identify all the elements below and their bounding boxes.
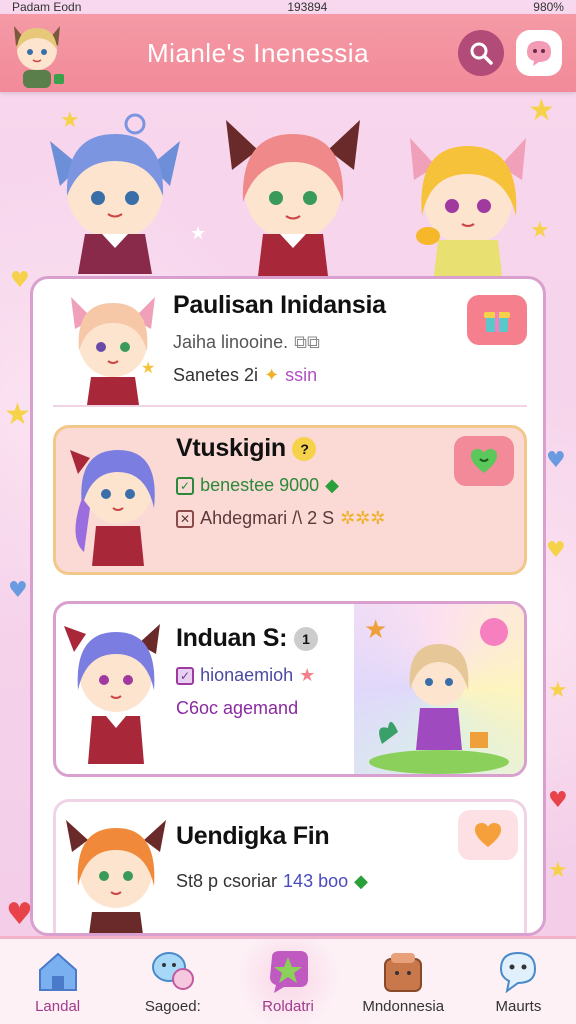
subtitle-text: Jaiha linooine. [173,332,289,352]
gem-icon: ◆ [354,871,368,891]
name-text: Vtuskigin [176,434,286,462]
chat-bubbles-icon [149,948,197,994]
nav-label: Mndonnesia [362,998,445,1015]
divider [53,405,527,407]
carrier-label: Padam Eodn [12,0,82,14]
name-text: Induan S: [176,624,288,652]
copy-icon[interactable]: ⧉⧉ [294,332,320,353]
stats-text: C6oc agemand [176,698,299,718]
card-stats: Sanetes 2i ✦ ssin [173,365,527,386]
list-item[interactable]: Uendigka Fin St8 p csoriar 143 boo ◆ [53,799,527,933]
gift-button[interactable] [467,295,527,345]
stats-text: Ahdegmari /\ 2 S [200,508,335,528]
list-item[interactable]: Vtuskigin ? ✓ benestee 9000 ◆ ✕ Ahdegmar… [53,425,527,575]
app-header: Mianle's Inenessia [0,14,576,92]
search-button[interactable] [458,30,504,76]
heart-deco: ♥ [546,448,566,473]
heart-deco: ♥ [546,538,566,563]
chat-face-icon [527,41,551,66]
check-icon: ✓ [176,476,195,495]
card-stats: ✕ Ahdegmari /\ 2 S ✲✲✲ [176,508,524,529]
coin-icon: ✦ [264,365,280,385]
messages-button[interactable] [516,30,562,76]
list-item[interactable]: Induan S: 1 ✓ hionaemioh ★ C6oc agemand … [53,601,527,777]
star-icon: ★ [299,665,316,685]
character-portrait: ★ [53,285,173,405]
page-title: Mianle's Inenessia [146,37,370,68]
check-icon: ✓ [176,666,195,685]
stats-text: Sanetes 2i [173,365,259,385]
heart-deco: ♥ [8,578,28,603]
svg-text:★: ★ [364,615,387,645]
ghost-chat-icon [494,948,542,994]
svg-text:★: ★ [141,358,155,377]
nav-label: Maurts [495,998,542,1015]
level-badge-icon: 1 [293,627,318,652]
profile-avatar[interactable] [6,16,68,90]
nav-item-social[interactable]: Sagoed: [115,939,230,1024]
hero-banner [0,96,576,276]
search-icon [470,42,493,65]
character-pink-hair [226,120,360,276]
stats-text: St8 p csoriar [176,871,278,891]
heart-face-icon [471,449,497,473]
star-badge-icon [264,948,312,994]
gem-icon: ◆ [325,475,340,495]
nav-label: Roldatri [262,998,314,1015]
character-blonde-hair [410,138,526,276]
gift-box-icon [484,312,510,332]
character-portrait [56,428,176,572]
star-deco: ★ [548,858,568,883]
clock: 193894 [287,0,328,14]
nav-label: Landal [35,998,81,1015]
nav-item-home[interactable]: Landal [0,939,115,1024]
status-bar: Padam Eodn 193894 980% [0,0,576,14]
scene-illustration: ★ [354,604,524,774]
favorite-button[interactable] [454,436,514,486]
home-icon [34,948,82,994]
heart-deco: ♥ [548,788,568,813]
character-portrait [56,604,176,774]
bottom-nav: Landal Sagoed: Roldatri Mndonnesia Maurt… [0,936,576,1024]
battery-level: 980% [533,0,564,14]
list-item[interactable]: ★ Paulisan Inidansia Jaiha linooine. ⧉⧉ … [53,285,527,405]
star-deco: ★ [548,678,568,703]
nav-label: Sagoed: [144,998,201,1015]
sparkle-icon: ✲✲✲ [340,508,386,528]
stats-extra: ssin [285,365,318,385]
subtitle-text: hionaemioh [200,665,294,685]
character-portrait [56,802,176,933]
nav-item-messages[interactable]: Maurts [461,939,576,1024]
bag-icon [379,948,427,994]
like-button[interactable] [458,810,518,860]
subtitle-text: benestee 9000 [200,475,320,495]
heart-icon [475,823,501,847]
card-stats: St8 p csoriar 143 boo ◆ [176,871,524,892]
stats-number: 143 boo [283,871,349,891]
nav-item-favorites[interactable]: Roldatri [230,939,346,1024]
heart-deco: ♥ [6,897,33,932]
level-badge-icon: ? [292,437,317,462]
character-list-panel: ★ Paulisan Inidansia Jaiha linooine. ⧉⧉ … [30,276,546,936]
nav-item-shop[interactable]: Mndonnesia [346,939,461,1024]
box-x-icon: ✕ [176,509,195,528]
character-blue-hair [50,113,180,274]
star-deco: ★ [4,397,31,432]
